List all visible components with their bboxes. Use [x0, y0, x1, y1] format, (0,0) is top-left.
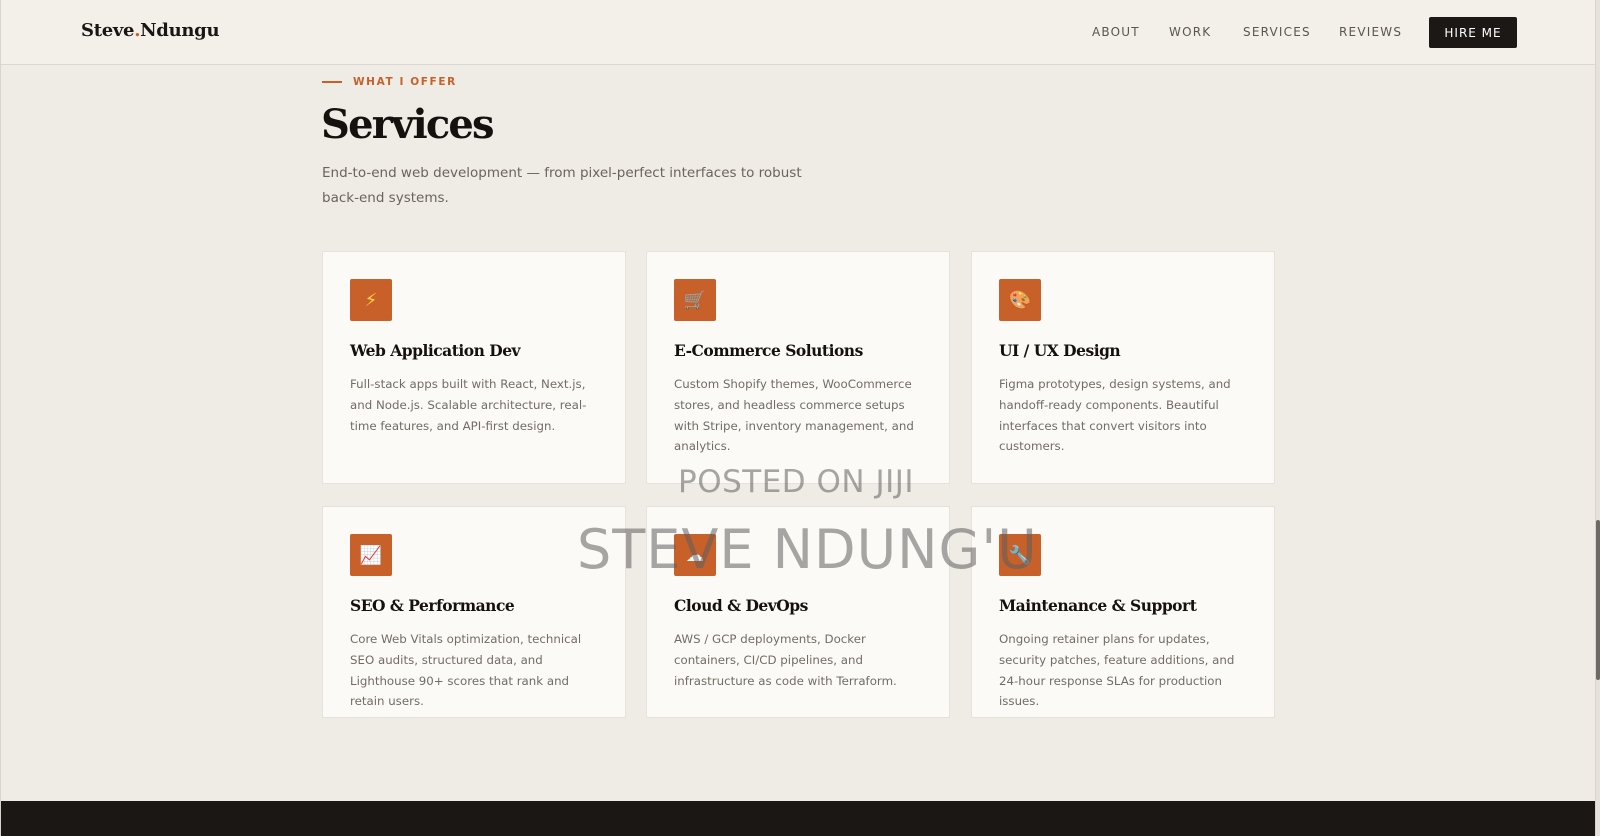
- service-card-description: Ongoing retainer plans for updates, secu…: [999, 632, 1235, 709]
- service-card-web-app[interactable]: ⚡ Web Application Dev Full-stack apps bu…: [322, 251, 626, 484]
- service-card-title: Cloud & DevOps: [674, 596, 808, 615]
- scrollbar-thumb[interactable]: [1596, 520, 1600, 680]
- lightning-bolt-icon: ⚡: [350, 279, 392, 321]
- navbar: Steve.Ndungu ABOUT WORK SERVICES REVIEWS…: [1, 0, 1595, 65]
- service-card-ecommerce[interactable]: 🛒 E-Commerce Solutions Custom Shopify th…: [646, 251, 950, 484]
- service-card-description: Custom Shopify themes, WooCommerce store…: [674, 377, 914, 454]
- cloud-icon: ☁: [674, 534, 716, 576]
- section-description: End-to-end web development — from pixel-…: [322, 165, 802, 206]
- hire-me-button[interactable]: HIRE ME: [1429, 17, 1517, 48]
- shopping-cart-icon: 🛒: [674, 279, 716, 321]
- nav-link-reviews[interactable]: REVIEWS: [1339, 25, 1402, 39]
- service-card-title: Web Application Dev: [350, 341, 521, 360]
- chart-trending-up-icon: 📈: [350, 534, 392, 576]
- wrench-icon: 🔧: [999, 534, 1041, 576]
- brand-name-last: Ndungu: [140, 20, 220, 41]
- service-card-ui-ux[interactable]: 🎨 UI / UX Design Figma prototypes, desig…: [971, 251, 1275, 484]
- nav-link-services[interactable]: SERVICES: [1243, 25, 1311, 39]
- section-eyebrow: WHAT I OFFER: [322, 76, 457, 88]
- scrollbar-track[interactable]: [1596, 0, 1600, 836]
- service-card-title: UI / UX Design: [999, 341, 1121, 360]
- service-card-title: E-Commerce Solutions: [674, 341, 863, 360]
- footer-band: [1, 801, 1595, 836]
- nav-link-work[interactable]: WORK: [1169, 25, 1211, 39]
- service-card-seo[interactable]: 📈 SEO & Performance Core Web Vitals opti…: [322, 506, 626, 718]
- palette-icon: 🎨: [999, 279, 1041, 321]
- service-card-title: Maintenance & Support: [999, 596, 1197, 615]
- service-card-cloud[interactable]: ☁ Cloud & DevOps AWS / GCP deployments, …: [646, 506, 950, 718]
- service-card-maintenance[interactable]: 🔧 Maintenance & Support Ongoing retainer…: [971, 506, 1275, 718]
- service-card-title: SEO & Performance: [350, 596, 515, 615]
- eyebrow-accent-line: [322, 81, 342, 83]
- service-card-description: Full-stack apps built with React, Next.j…: [350, 377, 587, 433]
- brand-name-first: Steve: [81, 20, 135, 41]
- section-title: Services: [321, 101, 495, 148]
- nav-link-about[interactable]: ABOUT: [1092, 25, 1140, 39]
- service-card-description: Figma prototypes, design systems, and ha…: [999, 377, 1231, 454]
- eyebrow-text: WHAT I OFFER: [353, 76, 457, 88]
- brand-logo[interactable]: Steve.Ndungu: [81, 20, 220, 41]
- service-card-description: Core Web Vitals optimization, technical …: [350, 632, 582, 709]
- service-card-description: AWS / GCP deployments, Docker containers…: [674, 632, 897, 688]
